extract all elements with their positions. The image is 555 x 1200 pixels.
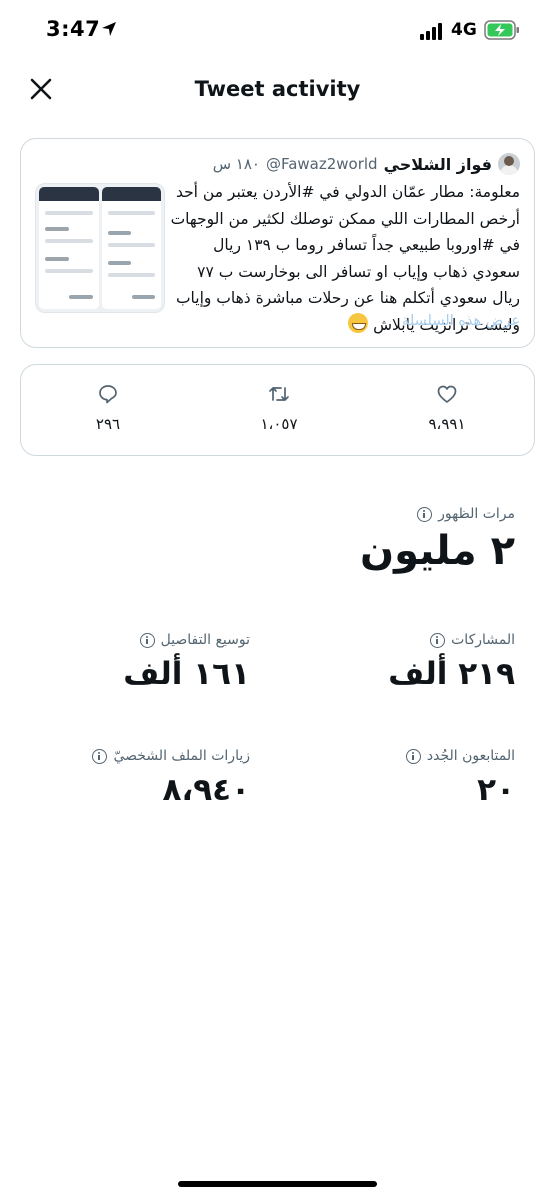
new-followers-metric: المتابعون الجُدد ٢٠ bbox=[405, 748, 515, 808]
new-followers-value: ٢٠ bbox=[477, 772, 515, 808]
avatar[interactable] bbox=[498, 153, 520, 175]
reply-icon bbox=[99, 385, 117, 404]
tweet-card[interactable]: فواز الشلاحي @Fawaz2world ١٨٠ س معلومة: … bbox=[20, 138, 535, 348]
tweet-time: ١٨٠ س bbox=[212, 155, 260, 173]
info-icon[interactable] bbox=[92, 748, 108, 764]
info-icon[interactable] bbox=[417, 506, 433, 522]
retweet-count: ١،٠٥٧ bbox=[260, 415, 298, 433]
profile-visits-label: زيارات الملف الشخصيّ bbox=[113, 748, 250, 764]
info-icon[interactable] bbox=[430, 632, 446, 648]
media-screenshot-right bbox=[101, 187, 161, 309]
status-bar: 3:47 4G bbox=[0, 0, 555, 60]
impressions-label: مرات الظهور bbox=[438, 506, 515, 522]
author-handle: @Fawaz2world bbox=[265, 155, 378, 173]
header: Tweet activity bbox=[0, 60, 555, 122]
new-followers-label: المتابعون الجُدد bbox=[426, 748, 515, 764]
impressions-metric: مرات الظهور ٢ مليون bbox=[360, 506, 515, 574]
profile-visits-metric: زيارات الملف الشخصيّ ٨،٩٤٠ bbox=[92, 748, 250, 808]
page-title: Tweet activity bbox=[194, 77, 361, 101]
battery-charging-icon bbox=[484, 20, 519, 40]
author-name[interactable]: فواز الشلاحي bbox=[384, 155, 492, 174]
location-arrow-icon bbox=[102, 22, 116, 36]
reply-button[interactable]: ٢٩٦ bbox=[63, 383, 153, 433]
engagements-value: ٢١٩ ألف bbox=[388, 656, 515, 692]
retweet-button[interactable]: ١،٠٥٧ bbox=[234, 383, 324, 433]
heart-icon bbox=[437, 385, 457, 403]
reply-count: ٢٩٦ bbox=[95, 415, 121, 433]
grinning-face-icon bbox=[348, 312, 369, 333]
info-icon[interactable] bbox=[139, 632, 155, 648]
new-followers-label-row: المتابعون الجُدد bbox=[405, 748, 515, 764]
detail-expands-value: ١٦١ ألف bbox=[123, 656, 250, 692]
like-count: ٩،٩٩١ bbox=[428, 415, 466, 433]
cellular-signal-icon bbox=[420, 22, 446, 40]
engagements-label-row: المشاركات bbox=[388, 632, 515, 648]
tweet-media-thumbnail[interactable] bbox=[35, 183, 165, 313]
home-indicator[interactable] bbox=[178, 1181, 377, 1187]
show-thread-link[interactable]: عرض هذه السلسلة bbox=[402, 313, 520, 329]
engagement-card: ٢٩٦ ١،٠٥٧ ٩،٩٩١ bbox=[20, 364, 535, 456]
profile-visits-label-row: زيارات الملف الشخصيّ bbox=[92, 748, 250, 764]
like-button[interactable]: ٩،٩٩١ bbox=[402, 383, 492, 433]
tweet-text: معلومة: مطار عمّان الدولي في #الأردن يعت… bbox=[170, 183, 520, 334]
detail-expands-label: توسيع التفاصيل bbox=[160, 632, 250, 648]
status-time: 3:47 bbox=[46, 17, 101, 41]
profile-visits-value: ٨،٩٤٠ bbox=[162, 772, 250, 808]
impressions-label-row: مرات الظهور bbox=[360, 506, 515, 522]
engagements-metric: المشاركات ٢١٩ ألف bbox=[388, 632, 515, 692]
media-screenshot-left bbox=[39, 187, 99, 309]
retweet-icon bbox=[269, 387, 289, 401]
info-icon[interactable] bbox=[405, 748, 421, 764]
engagements-label: المشاركات bbox=[451, 632, 515, 648]
tweet-header: فواز الشلاحي @Fawaz2world ١٨٠ س bbox=[213, 153, 520, 175]
detail-expands-metric: توسيع التفاصيل ١٦١ ألف bbox=[123, 632, 250, 692]
impressions-value: ٢ مليون bbox=[360, 528, 515, 574]
network-type: 4G bbox=[451, 20, 477, 40]
detail-expands-label-row: توسيع التفاصيل bbox=[123, 632, 250, 648]
